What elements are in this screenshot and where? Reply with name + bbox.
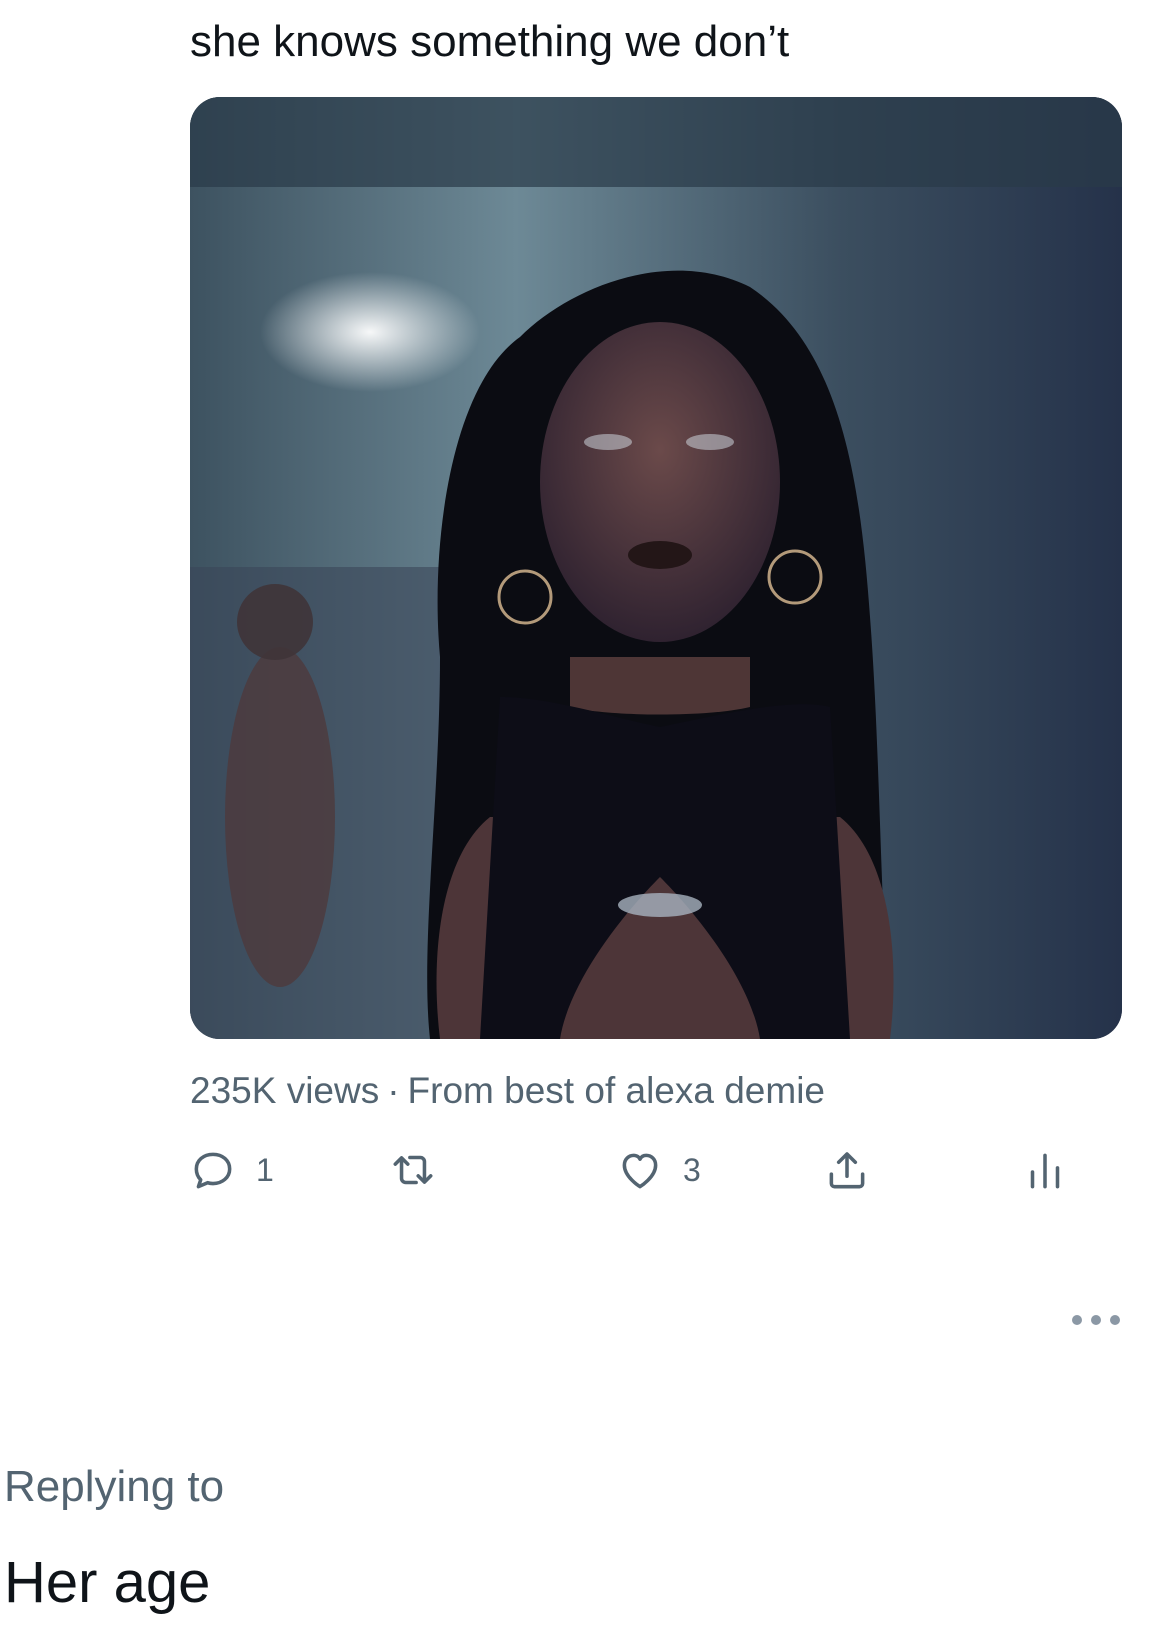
video-thumbnail <box>190 97 1122 1039</box>
tweet-meta: 235K views · From best of alexa demie <box>190 1068 825 1114</box>
retweet-icon <box>393 1155 433 1185</box>
meta-separator: · <box>387 1070 400 1111</box>
reply-icon <box>194 1152 232 1189</box>
analytics-button[interactable] <box>1020 1140 1070 1200</box>
more-dot <box>1072 1315 1082 1325</box>
video-source-link[interactable]: From best of alexa demie <box>408 1070 825 1111</box>
more-options-icon[interactable] <box>1072 1310 1120 1330</box>
replying-to-label: Replying to <box>4 1462 225 1511</box>
tweet-actions: 1 3 <box>0 1140 1153 1200</box>
view-count: 235K views <box>190 1070 380 1111</box>
reply-button[interactable]: 1 <box>188 1140 274 1200</box>
heart-icon <box>622 1153 658 1189</box>
analytics-icon <box>1030 1153 1060 1189</box>
share-button[interactable] <box>822 1140 872 1200</box>
tweet-text: she knows something we don’t <box>190 17 790 66</box>
like-button[interactable]: 3 <box>615 1140 701 1200</box>
reply-count: 1 <box>256 1151 274 1188</box>
tweet-page: she knows something we don’t 235K views … <box>0 0 1153 1633</box>
retweet-button[interactable] <box>388 1140 456 1200</box>
more-dot <box>1091 1315 1101 1325</box>
share-icon <box>829 1152 865 1189</box>
like-count: 3 <box>683 1151 701 1188</box>
more-dot <box>1110 1315 1120 1325</box>
reply-text: Her age <box>4 1550 211 1615</box>
tweet-media-video[interactable] <box>190 97 1122 1039</box>
